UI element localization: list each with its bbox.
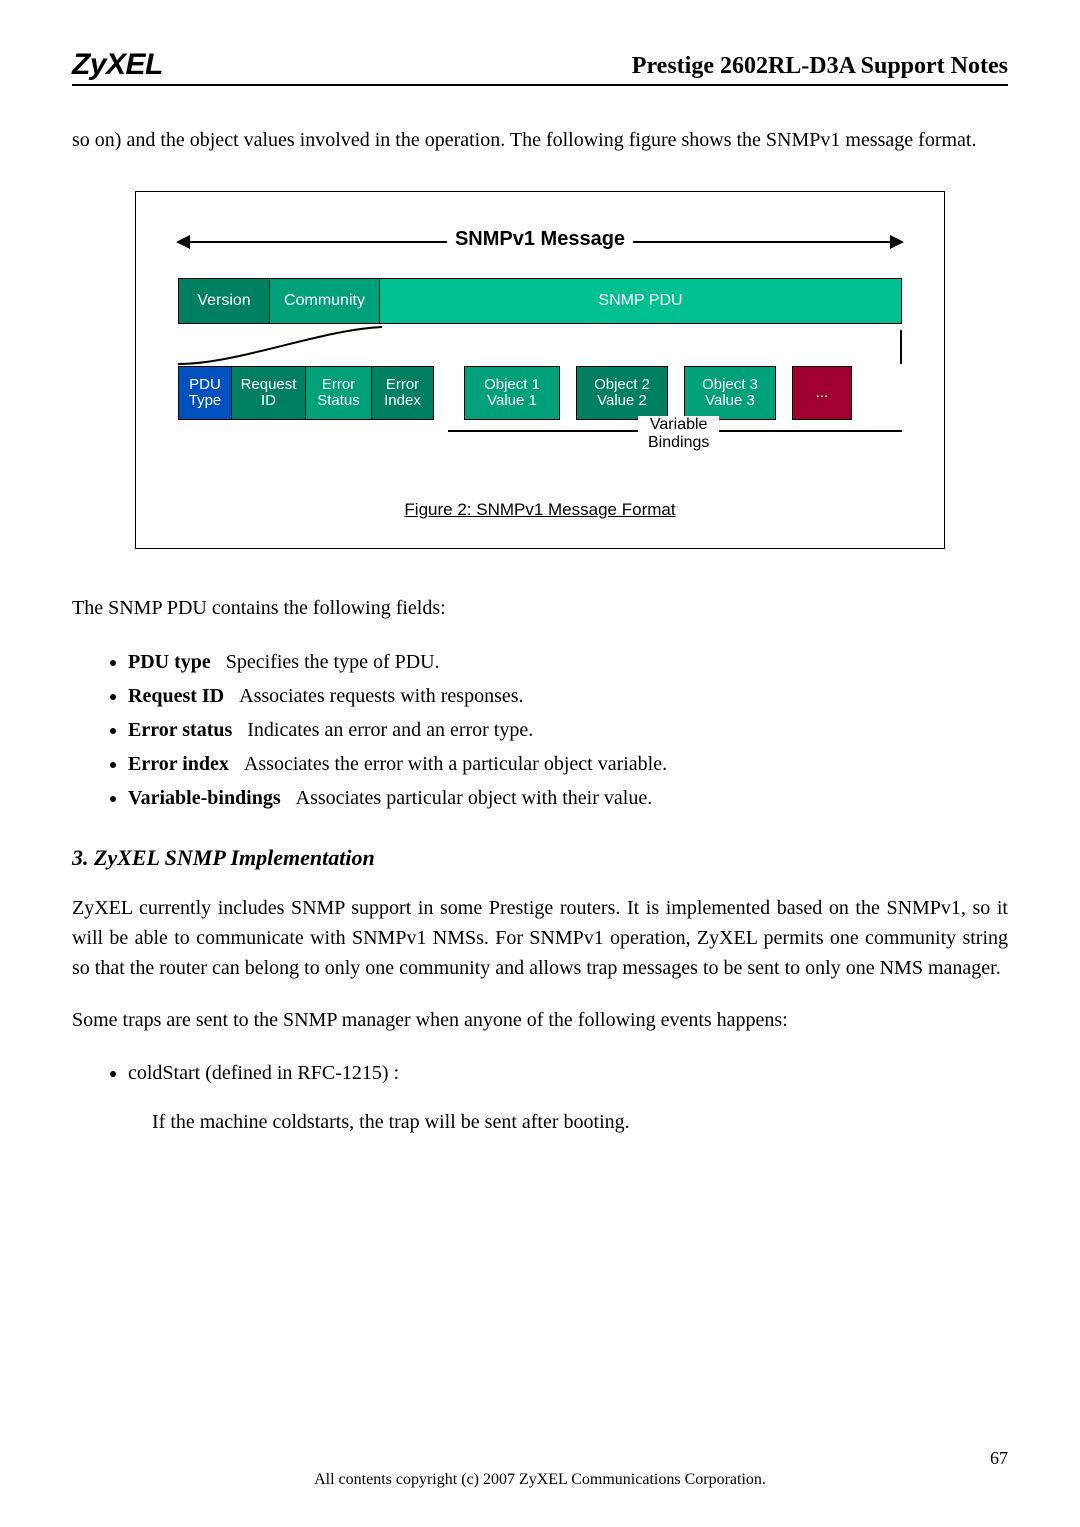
section3-paragraph2: Some traps are sent to the SNMP manager … bbox=[72, 1005, 1008, 1035]
list-item: coldStart (defined in RFC-1215) : bbox=[128, 1057, 1008, 1089]
pdu-fields-intro: The SNMP PDU contains the following fiel… bbox=[72, 593, 1008, 623]
list-item: Error index Associates the error with a … bbox=[128, 747, 1008, 781]
figure-box: SNMPv1 Message Version Community SNMP PD… bbox=[135, 191, 945, 549]
page-header: ZyXEL Prestige 2602RL-D3A Support Notes bbox=[72, 48, 1008, 86]
cell-version: Version bbox=[178, 278, 270, 324]
footer-copyright: All contents copyright (c) 2007 ZyXEL Co… bbox=[0, 1471, 1080, 1489]
cell-error-index: Error Index bbox=[372, 366, 434, 420]
figure-row2: PDU Type Request ID Error Status Error I… bbox=[178, 366, 902, 420]
intro-paragraph: so on) and the object values involved in… bbox=[72, 126, 1008, 155]
cell-error-status: Error Status bbox=[306, 366, 372, 420]
pdu-fields-list: PDU type Specifies the type of PDU. Requ… bbox=[128, 645, 1008, 815]
variable-bindings-label: Variable Bindings bbox=[638, 416, 719, 451]
snmpv1-message-label: SNMPv1 Message bbox=[447, 228, 633, 251]
cell-community: Community bbox=[270, 278, 380, 324]
cell-object2: Object 2 Value 2 bbox=[576, 366, 668, 420]
snmpv1-message-arrow: SNMPv1 Message bbox=[178, 228, 902, 256]
traps-list: coldStart (defined in RFC-1215) : bbox=[128, 1057, 1008, 1089]
figure-caption: Figure 2: SNMPv1 Message Format bbox=[168, 500, 912, 520]
cell-object3: Object 3 Value 3 bbox=[684, 366, 776, 420]
logo: ZyXEL bbox=[72, 48, 163, 82]
page-number: 67 bbox=[990, 1448, 1008, 1469]
figure-row1: Version Community SNMP PDU bbox=[178, 278, 902, 324]
section3-paragraph1: ZyXEL currently includes SNMP support in… bbox=[72, 893, 1008, 983]
list-item: PDU type Specifies the type of PDU. bbox=[128, 645, 1008, 679]
cell-request-id: Request ID bbox=[232, 366, 306, 420]
cell-object1: Object 1 Value 1 bbox=[464, 366, 560, 420]
arrowhead-left-icon bbox=[176, 235, 190, 249]
list-item: Request ID Associates requests with resp… bbox=[128, 679, 1008, 713]
connector-swoosh bbox=[178, 324, 902, 366]
arrowhead-right-icon bbox=[890, 235, 904, 249]
cell-snmp-pdu: SNMP PDU bbox=[380, 278, 902, 324]
page-title: Prestige 2602RL-D3A Support Notes bbox=[632, 53, 1008, 82]
cell-ellipsis: ... bbox=[792, 366, 852, 420]
section3-heading: 3. ZyXEL SNMP Implementation bbox=[72, 845, 1008, 871]
cell-pdu-type: PDU Type bbox=[178, 366, 232, 420]
variable-bindings-label-row: Variable Bindings bbox=[168, 426, 912, 470]
list-item: Error status Indicates an error and an e… bbox=[128, 713, 1008, 747]
list-item: Variable-bindings Associates particular … bbox=[128, 781, 1008, 815]
trap1-description: If the machine coldstarts, the trap will… bbox=[152, 1111, 1008, 1134]
